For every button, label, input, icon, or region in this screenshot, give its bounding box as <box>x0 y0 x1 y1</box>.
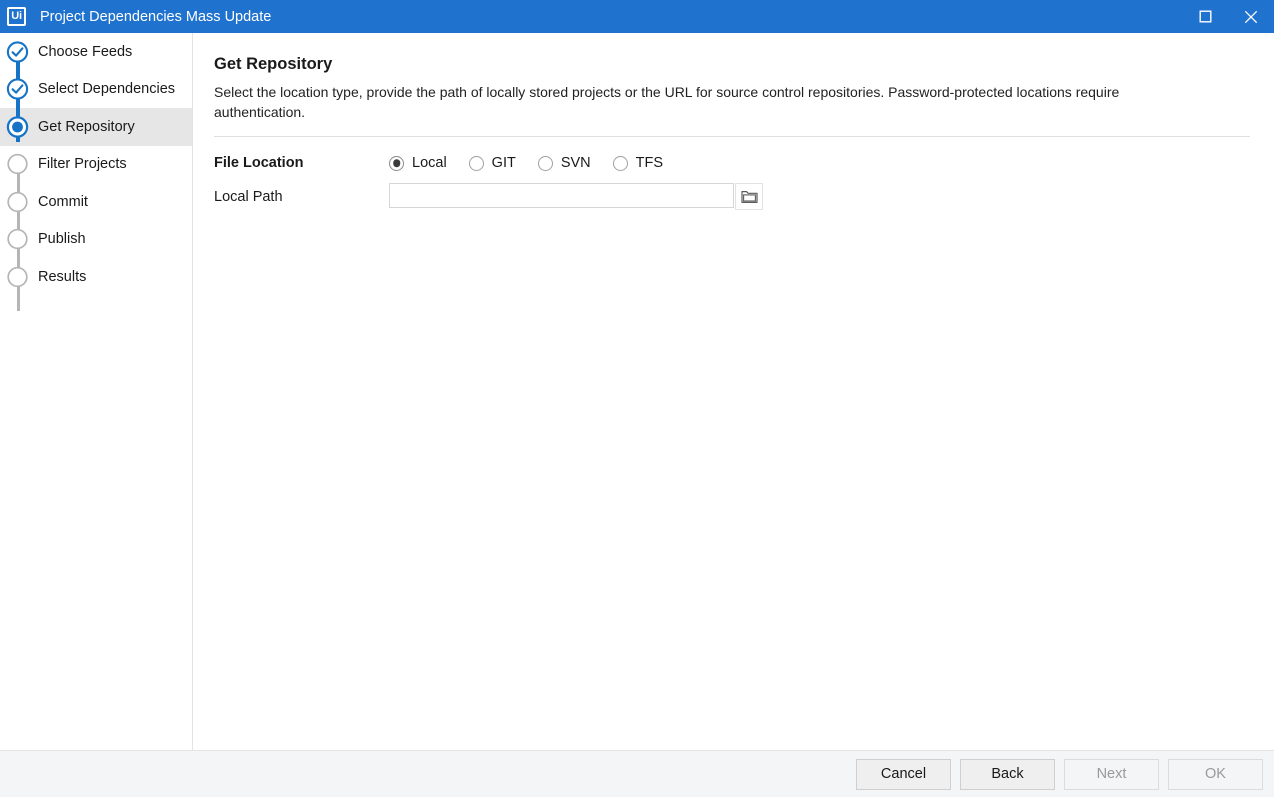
sidebar-item-filter-projects[interactable]: Filter Projects <box>0 146 192 184</box>
app-window: Ui Project Dependencies Mass Update <box>0 0 1274 797</box>
local-path-input-group <box>389 183 763 210</box>
radio-dot-icon <box>469 156 484 171</box>
next-button[interactable]: Next <box>1064 759 1159 790</box>
cancel-button[interactable]: Cancel <box>856 759 951 790</box>
sidebar-item-label: Commit <box>38 194 88 210</box>
close-button[interactable] <box>1228 0 1274 33</box>
radio-option-tfs[interactable]: TFS <box>613 155 663 171</box>
section-divider <box>214 136 1250 137</box>
radio-option-git[interactable]: GIT <box>469 155 516 171</box>
radio-dot-icon <box>538 156 553 171</box>
radio-option-svn[interactable]: SVN <box>538 155 591 171</box>
page-description: Select the location type, provide the pa… <box>214 82 1214 122</box>
sidebar-item-label: Publish <box>38 231 86 247</box>
maximize-icon <box>1199 10 1212 23</box>
close-icon <box>1244 10 1258 24</box>
sidebar-item-commit[interactable]: Commit <box>0 183 192 221</box>
step-current-icon <box>6 115 29 138</box>
ok-button[interactable]: OK <box>1168 759 1263 790</box>
sidebar-item-choose-feeds[interactable]: Choose Feeds <box>0 33 192 71</box>
back-button[interactable]: Back <box>960 759 1055 790</box>
sidebar-item-label: Filter Projects <box>38 156 127 172</box>
sidebar-item-label: Select Dependencies <box>38 81 175 97</box>
step-pending-icon <box>6 153 29 176</box>
sidebar-item-label: Choose Feeds <box>38 44 132 60</box>
step-pending-icon <box>6 265 29 288</box>
local-path-input[interactable] <box>389 183 734 208</box>
file-location-label: File Location <box>214 155 389 171</box>
sidebar-item-label: Get Repository <box>38 119 135 135</box>
local-path-label: Local Path <box>214 189 389 205</box>
local-path-row: Local Path <box>214 183 1250 210</box>
radio-label: SVN <box>561 155 591 171</box>
page-title: Get Repository <box>214 55 1250 74</box>
sidebar-item-label: Results <box>38 269 86 285</box>
step-completed-icon <box>6 40 29 63</box>
dialog-footer: Cancel Back Next OK <box>0 750 1274 797</box>
sidebar-item-results[interactable]: Results <box>0 258 192 296</box>
folder-icon <box>741 189 758 204</box>
maximize-button[interactable] <box>1182 0 1228 33</box>
main-content: Get Repository Select the location type,… <box>193 33 1274 750</box>
sidebar-item-get-repository[interactable]: Get Repository <box>0 108 192 146</box>
radio-dot-icon <box>389 156 404 171</box>
sidebar-item-select-dependencies[interactable]: Select Dependencies <box>0 71 192 109</box>
file-location-row: File Location Local GIT SVN <box>214 155 1250 171</box>
title-bar: Ui Project Dependencies Mass Update <box>0 0 1274 33</box>
file-location-radio-group: Local GIT SVN TFS <box>389 155 663 171</box>
app-logo-icon: Ui <box>7 7 26 26</box>
step-pending-icon <box>6 190 29 213</box>
radio-label: Local <box>412 155 447 171</box>
radio-dot-icon <box>613 156 628 171</box>
window-body: Choose Feeds Select Dependencies <box>0 33 1274 750</box>
sidebar-item-publish[interactable]: Publish <box>0 221 192 259</box>
step-pending-icon <box>6 228 29 251</box>
window-title: Project Dependencies Mass Update <box>40 9 1182 25</box>
browse-folder-button[interactable] <box>735 183 763 210</box>
radio-label: GIT <box>492 155 516 171</box>
radio-label: TFS <box>636 155 663 171</box>
wizard-stepper: Choose Feeds Select Dependencies <box>0 33 193 750</box>
step-completed-icon <box>6 78 29 101</box>
radio-option-local[interactable]: Local <box>389 155 447 171</box>
